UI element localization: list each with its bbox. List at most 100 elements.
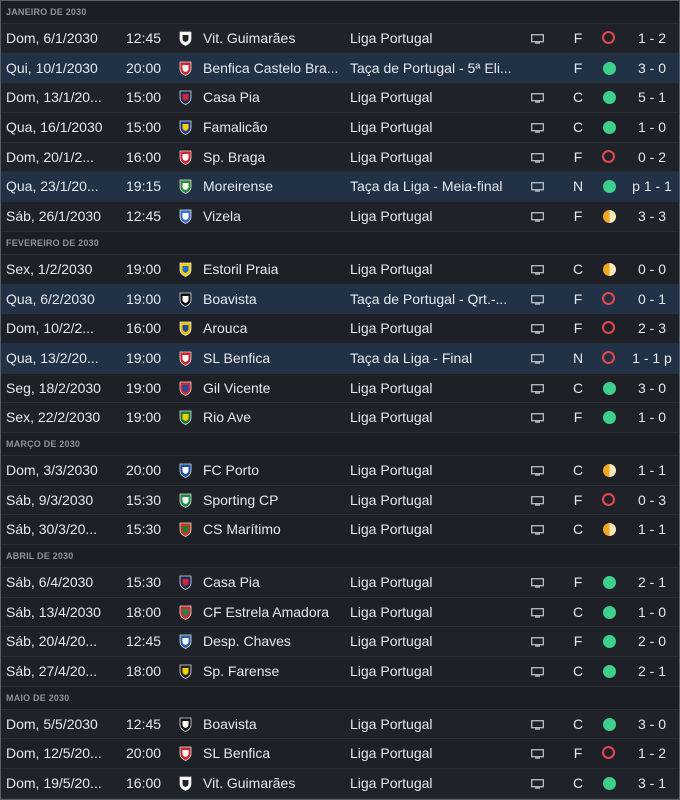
fixture-row[interactable]: Dom, 6/1/2030 12:45 Vit. Guimarães Liga Por… [1, 24, 679, 54]
competition-link[interactable]: Liga Portugal [350, 710, 518, 738]
fixture-row[interactable]: Dom, 3/3/2030 20:00 FC Porto Liga Portugal C… [1, 455, 679, 486]
match-score[interactable]: 2 - 1 [629, 568, 675, 596]
fixture-row[interactable]: Dom, 20/1/2... 16:00 Sp. Braga Liga Portuga… [1, 142, 679, 173]
fixture-row[interactable]: Qui, 10/1/2030 20:00 Benfica Castelo Bra..… [1, 53, 679, 84]
match-score[interactable]: 1 - 1 [629, 456, 675, 484]
opponent-link[interactable]: Casa Pia [203, 568, 343, 596]
competition-link[interactable]: Taça de Portugal - Qrt.-... [350, 285, 518, 313]
opponent-link[interactable]: Vit. Guimarães [203, 24, 343, 52]
competition-link[interactable]: Liga Portugal [350, 83, 518, 111]
match-score[interactable]: 1 - 0 [629, 403, 675, 431]
match-score[interactable]: 1 - 1 [629, 515, 675, 543]
match-score[interactable]: 5 - 1 [629, 83, 675, 111]
opponent-link[interactable]: Sporting CP [203, 486, 343, 514]
opponent-link[interactable]: Vit. Guimarães [203, 769, 343, 797]
match-score[interactable]: 1 - 2 [629, 739, 675, 767]
fixture-row[interactable]: Sáb, 30/3/20... 15:30 CS Marítimo Liga Port… [1, 515, 679, 545]
match-score[interactable]: 0 - 3 [629, 486, 675, 514]
match-score[interactable]: 0 - 1 [629, 285, 675, 313]
match-score[interactable]: 1 - 0 [629, 598, 675, 626]
fixture-row[interactable]: Qua, 23/1/20... 19:15 Moreirense Taça da Li… [1, 172, 679, 203]
competition-link[interactable]: Liga Portugal [350, 143, 518, 171]
competition-link[interactable]: Liga Portugal [350, 568, 518, 596]
opponent-link[interactable]: Boavista [203, 285, 343, 313]
match-score[interactable]: 2 - 1 [629, 657, 675, 685]
loss-result-icon [602, 149, 617, 165]
match-score[interactable]: 3 - 0 [629, 54, 675, 82]
opponent-link[interactable]: Boavista [203, 710, 343, 738]
win-result-icon [602, 717, 617, 732]
fixture-row[interactable]: Sáb, 6/4/2030 15:30 Casa Pia Liga Portugal F… [1, 568, 679, 598]
fixture-row[interactable]: Qua, 16/1/2030 15:00 Famalicão Liga Portuga… [1, 113, 679, 143]
opponent-link[interactable]: Estoril Praia [203, 255, 343, 283]
match-score[interactable]: 3 - 1 [629, 769, 675, 797]
match-score[interactable]: p 1 - 1 [629, 172, 675, 200]
competition-link[interactable]: Liga Portugal [350, 374, 518, 402]
competition-link[interactable]: Liga Portugal [350, 515, 518, 543]
fixture-row[interactable]: Sex, 22/2/2030 19:00 Rio Ave Liga Portugal F… [1, 403, 679, 433]
competition-link[interactable]: Liga Portugal [350, 314, 518, 342]
fixture-row[interactable]: Sáb, 26/1/2030 12:45 Vizela Liga Portugal F 3… [1, 202, 679, 232]
competition-link[interactable]: Taça da Liga - Meia-final [350, 172, 518, 200]
opponent-link[interactable]: Moreirense [203, 172, 343, 200]
match-score[interactable]: 2 - 3 [629, 314, 675, 342]
competition-link[interactable]: Liga Portugal [350, 657, 518, 685]
opponent-link[interactable]: Sp. Farense [203, 657, 343, 685]
opponent-link[interactable]: Arouca [203, 314, 343, 342]
opponent-link[interactable]: Benfica Castelo Bra... [203, 54, 343, 82]
fixture-row[interactable]: Sáb, 13/4/2030 18:00 CF Estrela Amadora Lig… [1, 597, 679, 628]
tv-icon [531, 607, 544, 618]
fixture-row[interactable]: Dom, 19/5/20... 16:00 Vit. Guimarães Liga P… [1, 769, 679, 799]
opponent-link[interactable]: Sp. Braga [203, 143, 343, 171]
competition-link[interactable]: Taça da Liga - Final [350, 344, 518, 372]
competition-link[interactable]: Taça de Portugal - 5ª Eli... [350, 54, 518, 82]
match-score[interactable]: 3 - 0 [629, 374, 675, 402]
match-date: Qua, 6/2/2030 [6, 290, 95, 307]
match-date: Sex, 22/2/2030 [6, 409, 101, 426]
opponent-link[interactable]: CS Marítimo [203, 515, 343, 543]
competition-link[interactable]: Liga Portugal [350, 598, 518, 626]
opponent-link[interactable]: Casa Pia [203, 83, 343, 111]
match-score[interactable]: 0 - 2 [629, 143, 675, 171]
fixture-row[interactable]: Seg, 18/2/2030 19:00 Gil Vicente Liga Portu… [1, 373, 679, 404]
competition-link[interactable]: Liga Portugal [350, 24, 518, 52]
tv-icon [531, 779, 544, 789]
opponent-link[interactable]: SL Benfica [203, 739, 343, 767]
opponent-link[interactable]: FC Porto [203, 456, 343, 484]
venue: C [572, 603, 584, 620]
fixture-row[interactable]: Qua, 6/2/2030 19:00 Boavista Taça de Portug… [1, 284, 679, 315]
competition-link[interactable]: Liga Portugal [350, 627, 518, 655]
competition-link[interactable]: Liga Portugal [350, 739, 518, 767]
opponent-link[interactable]: SL Benfica [203, 344, 343, 372]
fixture-row[interactable]: Dom, 13/1/20... 15:00 Casa Pia Liga Portuga… [1, 83, 679, 114]
opponent-link[interactable]: Vizela [203, 202, 343, 230]
match-score[interactable]: 3 - 0 [629, 710, 675, 738]
match-score[interactable]: 1 - 0 [629, 113, 675, 141]
fixture-row[interactable]: Dom, 5/5/2030 12:45 Boavista Liga Portugal C… [1, 709, 679, 740]
match-time: 15:30 [126, 491, 162, 508]
competition-link[interactable]: Liga Portugal [350, 403, 518, 431]
opponent-link[interactable]: Rio Ave [203, 403, 343, 431]
match-score[interactable]: 3 - 3 [629, 202, 675, 230]
opponent-link[interactable]: Famalicão [203, 113, 343, 141]
fixture-row[interactable]: Sex, 1/2/2030 19:00 Estoril Praia Liga Port… [1, 254, 679, 285]
competition-link[interactable]: Liga Portugal [350, 202, 518, 230]
fixture-row[interactable]: Sáb, 9/3/2030 15:30 Sporting CP Liga Portug… [1, 485, 679, 516]
match-score[interactable]: 2 - 0 [629, 627, 675, 655]
opponent-link[interactable]: Gil Vicente [203, 374, 343, 402]
fixture-row[interactable]: Sáb, 20/4/20... 12:45 Desp. Chaves Liga Por… [1, 627, 679, 658]
fixture-row[interactable]: Qua, 13/2/20... 19:00 SL Benfica Taça da Li… [1, 343, 679, 374]
competition-link[interactable]: Liga Portugal [350, 769, 518, 797]
fixture-row[interactable]: Dom, 12/5/20... 20:00 SL Benfica Liga Portu… [1, 739, 679, 770]
match-score[interactable]: 0 - 0 [629, 255, 675, 283]
match-score[interactable]: 1 - 1 p [629, 344, 675, 372]
match-score[interactable]: 1 - 2 [629, 24, 675, 52]
competition-link[interactable]: Liga Portugal [350, 486, 518, 514]
fixture-row[interactable]: Sáb, 27/4/20... 18:00 Sp. Farense Liga Port… [1, 657, 679, 687]
competition-link[interactable]: Liga Portugal [350, 456, 518, 484]
opponent-link[interactable]: CF Estrela Amadora [203, 598, 343, 626]
fixture-row[interactable]: Dom, 10/2/2... 16:00 Arouca Liga Portugal F 2… [1, 314, 679, 344]
opponent-link[interactable]: Desp. Chaves [203, 627, 343, 655]
competition-link[interactable]: Liga Portugal [350, 255, 518, 283]
competition-link[interactable]: Liga Portugal [350, 113, 518, 141]
